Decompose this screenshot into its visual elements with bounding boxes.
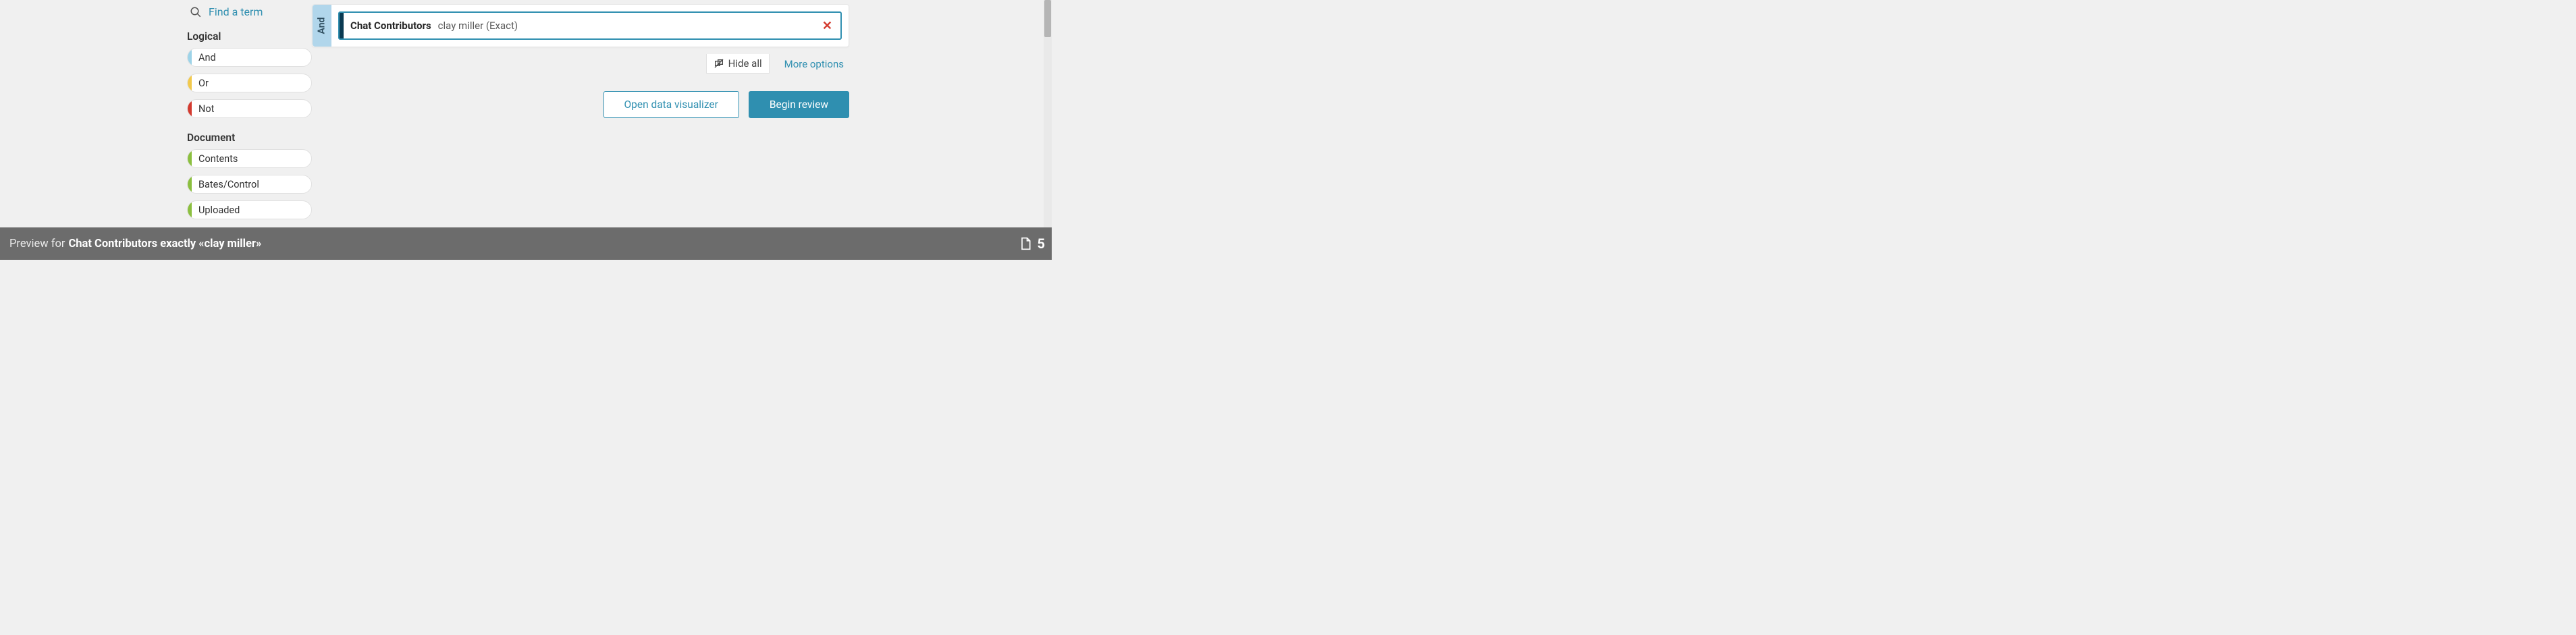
footer-prefix: Preview for [9, 238, 65, 250]
condition-row[interactable]: Chat Contributors clay miller (Exact) ✕ [338, 11, 842, 40]
hide-all-button[interactable]: Hide all [706, 54, 770, 74]
pill-and[interactable]: And [187, 48, 312, 67]
pill-or[interactable]: Or [187, 74, 312, 92]
condition-field: Chat Contributors [350, 20, 431, 32]
result-count: 5 [1038, 236, 1045, 252]
hide-icon [714, 58, 724, 69]
content-area: And Chat Contributors clay miller (Exact… [312, 0, 1044, 227]
pill-uploaded[interactable]: Uploaded [187, 200, 312, 219]
scrollbar[interactable] [1044, 0, 1052, 227]
sidebar: Find a term Logical And Or Not Document … [187, 0, 312, 227]
preview-footer: Preview for Chat Contributors exactly «c… [0, 227, 1052, 260]
pill-bates-control[interactable]: Bates/Control [187, 175, 312, 194]
find-term[interactable]: Find a term [187, 5, 312, 18]
find-term-label: Find a term [209, 5, 263, 18]
remove-condition-icon[interactable]: ✕ [822, 19, 832, 33]
pill-contents[interactable]: Contents [187, 149, 312, 168]
begin-review-button[interactable]: Begin review [749, 91, 849, 118]
open-visualizer-button[interactable]: Open data visualizer [603, 91, 739, 118]
section-title-document: Document [187, 132, 312, 144]
operator-strip[interactable]: And [313, 5, 331, 47]
condition-value: clay miller (Exact) [438, 20, 518, 32]
condition-handle [340, 13, 344, 38]
scrollbar-thumb[interactable] [1044, 0, 1051, 37]
footer-query: Chat Contributors exactly «clay miller» [68, 238, 261, 250]
document-icon [1019, 236, 1032, 251]
pill-not[interactable]: Not [187, 99, 312, 118]
search-icon [190, 6, 202, 18]
section-title-logical: Logical [187, 30, 312, 43]
pill-list-logical: And Or Not [187, 48, 312, 118]
more-options-link[interactable]: More options [784, 58, 844, 70]
pill-list-document: Contents Bates/Control Uploaded [187, 149, 312, 219]
query-card: And Chat Contributors clay miller (Exact… [312, 4, 849, 47]
